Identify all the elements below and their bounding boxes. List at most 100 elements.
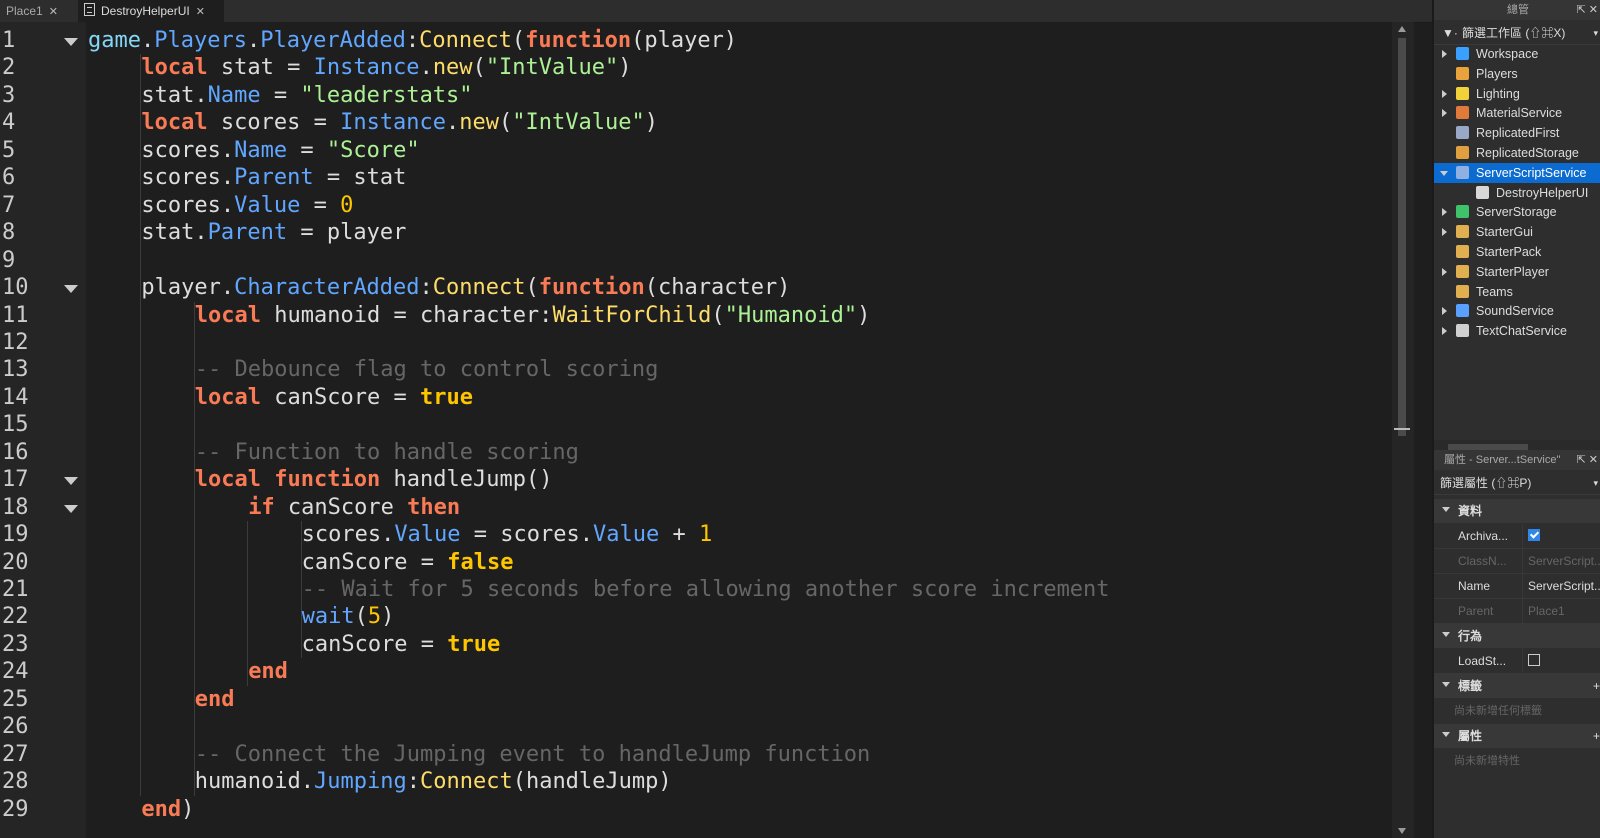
code-line[interactable]: local canScore = true [195, 384, 473, 412]
code-line[interactable]: humanoid.Jumping:Connect(handleJump) [195, 768, 672, 796]
code-line[interactable]: scores.Value = 0 [141, 192, 353, 220]
scroll-up-icon[interactable] [1398, 26, 1406, 32]
code-line[interactable]: if canScore then [248, 494, 460, 522]
explorer-item-starterplayer[interactable]: StarterPlayer [1434, 262, 1600, 282]
explorer-item-materialservice[interactable]: MaterialService [1434, 103, 1600, 123]
code-line[interactable]: scores.Parent = stat [141, 164, 406, 192]
chevron-right-icon[interactable] [1442, 307, 1447, 316]
section-tags[interactable]: 標籤 + [1434, 674, 1600, 698]
code-token: scores. [301, 522, 395, 548]
loadstring-checkbox[interactable] [1528, 654, 1540, 666]
chevron-down-icon[interactable]: ▾ [1593, 472, 1598, 494]
explorer-filter[interactable]: ▼· 篩選工作區 (⇧⌘X) ▾ [1434, 22, 1600, 45]
close-icon[interactable]: ✕ [196, 6, 205, 18]
explorer-item-lighting[interactable]: Lighting [1434, 84, 1600, 104]
code-line[interactable]: local scores = Instance.new("IntValue") [141, 109, 658, 137]
add-icon[interactable]: + [1593, 674, 1600, 698]
explorer-item-workspace[interactable]: Workspace [1434, 44, 1600, 64]
explorer-item-serverscriptservice[interactable]: ServerScriptService [1434, 162, 1600, 183]
prop-name-row[interactable]: Name ServerScript... [1434, 574, 1600, 599]
chevron-right-icon[interactable] [1442, 208, 1447, 217]
chevron-right-icon[interactable] [1442, 228, 1447, 237]
explorer-item-serverstorage[interactable]: ServerStorage [1434, 202, 1600, 222]
chevron-down-icon[interactable] [1442, 732, 1450, 737]
chevron-right-icon[interactable] [1442, 109, 1447, 118]
players-icon [1456, 66, 1469, 80]
chevron-right-icon[interactable] [1442, 267, 1447, 276]
archivable-checkbox[interactable] [1528, 529, 1540, 541]
code-line[interactable]: wait(5) [302, 603, 395, 631]
code-token: . [140, 28, 155, 53]
code-token: WaitForChild [552, 302, 712, 328]
code-line[interactable]: local function handleJump() [195, 466, 553, 494]
chevron-right-icon[interactable] [1442, 327, 1447, 336]
script-editor[interactable]: 1 2 3 4 5 6 7 8 9 10 11 12 13 14 15 16 17 18 19 20 21 22 23 24 2… [0, 22, 1414, 838]
scroll-thumb[interactable] [1398, 38, 1406, 436]
code-token: ) [644, 110, 658, 136]
section-data[interactable]: 資料 [1434, 499, 1600, 523]
code-line[interactable]: end) [141, 796, 194, 824]
code-line[interactable]: end [248, 658, 288, 686]
chevron-down-icon[interactable] [1442, 682, 1450, 687]
undock-close-icon[interactable]: ⇱ ✕ [1577, 450, 1599, 470]
code-line[interactable]: scores.Value = scores.Value + 1 [302, 521, 713, 549]
filter-icon[interactable]: ▼· [1442, 22, 1458, 44]
explorer-item-replicatedstorage[interactable]: ReplicatedStorage [1434, 143, 1600, 163]
fold-toggle-icon[interactable] [64, 285, 78, 294]
prop-archivable[interactable]: Archiva... [1434, 524, 1600, 549]
name-value-field[interactable]: ServerScript... [1522, 574, 1600, 598]
code-line[interactable]: stat.Name = "leaderstats" [141, 82, 472, 110]
code-line[interactable]: -- Function to handle scoring [195, 439, 579, 467]
explorer-item-teams[interactable]: Teams [1434, 282, 1600, 302]
code-token: PlayerAdded [260, 28, 406, 53]
code-line[interactable]: local humanoid = character:WaitForChild(… [195, 302, 871, 330]
tab-destroyhelperui[interactable]: DestroyHelperUI ✕ [78, 0, 224, 22]
code-line[interactable]: canScore = true [302, 631, 501, 659]
scroll-down-icon[interactable] [1398, 828, 1406, 834]
chevron-down-icon[interactable] [1442, 632, 1450, 637]
code-line[interactable]: player.CharacterAdded:Connect(function(c… [141, 274, 790, 302]
section-behavior[interactable]: 行為 [1434, 624, 1600, 648]
fold-toggle-icon[interactable] [64, 38, 78, 46]
vertical-scrollbar[interactable] [1392, 22, 1414, 838]
explorer-item-soundservice[interactable]: SoundService [1434, 301, 1600, 321]
code-line[interactable]: stat.Parent = player [141, 219, 406, 247]
code-line[interactable]: game.Players.PlayerAdded:Connect(functio… [88, 27, 737, 55]
prop-name: ClassN... [1458, 554, 1507, 568]
fold-toggle-icon[interactable] [64, 504, 78, 513]
chevron-down-icon[interactable] [1440, 170, 1448, 176]
undock-close-icon[interactable]: ⇱ ✕ [1577, 0, 1599, 20]
explorer-item-destroyhelperui[interactable]: DestroyHelperUI [1434, 183, 1600, 203]
code-line[interactable]: canScore = false [302, 549, 514, 577]
code-line[interactable]: -- Wait for 5 seconds before allowing an… [302, 576, 1110, 604]
prop-loadstring[interactable]: LoadSt... [1434, 649, 1600, 674]
chevron-down-icon[interactable]: ▾ [1593, 22, 1598, 44]
tab-place1[interactable]: Place1 ✕ [0, 0, 70, 22]
close-icon[interactable]: ✕ [49, 6, 58, 18]
explorer-item-players[interactable]: Players [1434, 64, 1600, 84]
add-icon[interactable]: + [1593, 724, 1600, 748]
explorer-item-label: Players [1476, 66, 1518, 81]
explorer-item-starterpack[interactable]: StarterPack [1434, 242, 1600, 262]
explorer-filter-input[interactable]: 篩選工作區 (⇧⌘X) [1462, 22, 1565, 44]
properties-filter-input[interactable]: 篩選屬性 (⇧⌘P) [1440, 472, 1531, 494]
code-line[interactable]: -- Debounce flag to control scoring [195, 356, 659, 384]
explorer-item-startergui[interactable]: StarterGui [1434, 222, 1600, 242]
code-token: (character) [644, 275, 791, 301]
chevron-right-icon[interactable] [1442, 50, 1447, 58]
code-token: Value [234, 192, 301, 218]
section-attributes[interactable]: 屬性 + [1434, 724, 1600, 748]
code-token: -- Function to handle scoring [194, 439, 579, 465]
explorer-item-textchatservice[interactable]: TextChatService [1434, 321, 1600, 341]
code-line[interactable]: end [195, 686, 235, 714]
code-line[interactable]: local stat = Instance.new("IntValue") [141, 54, 631, 82]
fold-toggle-icon[interactable] [64, 477, 78, 486]
chevron-down-icon[interactable] [1442, 507, 1450, 512]
code-line[interactable]: scores.Name = "Score" [141, 137, 419, 165]
properties-filter[interactable]: 篩選屬性 (⇧⌘P) ▾ [1434, 472, 1600, 495]
code-token: + [659, 522, 699, 548]
explorer-item-replicatedfirst[interactable]: ReplicatedFirst [1434, 123, 1600, 143]
chevron-right-icon[interactable] [1442, 89, 1447, 98]
code-line[interactable]: -- Connect the Jumping event to handleJu… [195, 741, 871, 769]
line-number: 6 [2, 165, 16, 191]
